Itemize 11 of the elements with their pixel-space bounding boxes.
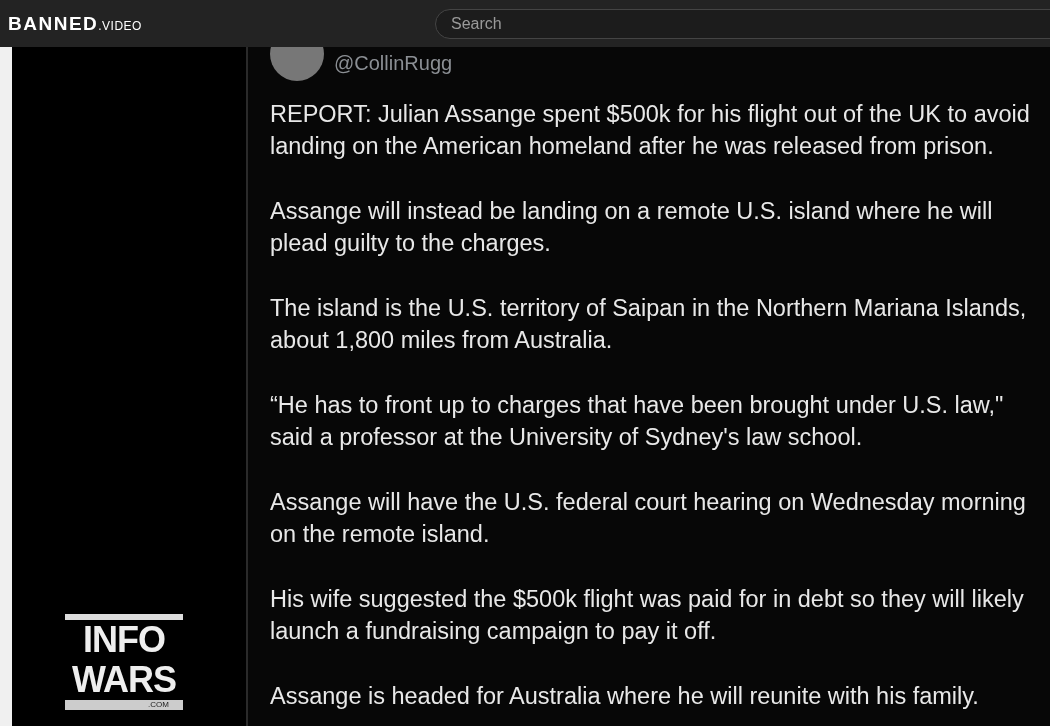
tweet-paragraph: Assange will have the U.S. federal court hearing on Wednesday morning on the remote island. [270,488,1027,549]
tweet-paragraph: REPORT: Julian Assange spent $500k for his flight out of the UK to avoid landing on the American homeland after he was released from prison. [270,100,1031,161]
tweet-paragraph: Assange is headed for Australia where he will reunite with his family. [270,682,980,711]
tweet-paragraph: “He has to front up to charges that have been brought under U.S. law," said a professor at the University of Sydney's law school. [270,391,1005,452]
site-logo[interactable]: BANNED.VIDEO [8,12,435,35]
search-field[interactable]: Search [435,8,1050,39]
tweet-paragraph: Assange will instead be landing on a remote U.S. island where he will plead guilty to the charges. [270,197,994,258]
tweet-paragraph: The island is the U.S. territory of Saipan in the Northern Mariana Islands, about 1,800 miles from Australia. [270,294,1028,355]
tweet-handle: @CollinRugg [334,52,453,75]
tweet-paragraph: His wife suggested the $500k flight was paid for in debt so they will likely launch a fundraising campaign to pay it off. [270,585,1025,646]
watermark-logo: INFO WARS .COM [65,614,183,710]
